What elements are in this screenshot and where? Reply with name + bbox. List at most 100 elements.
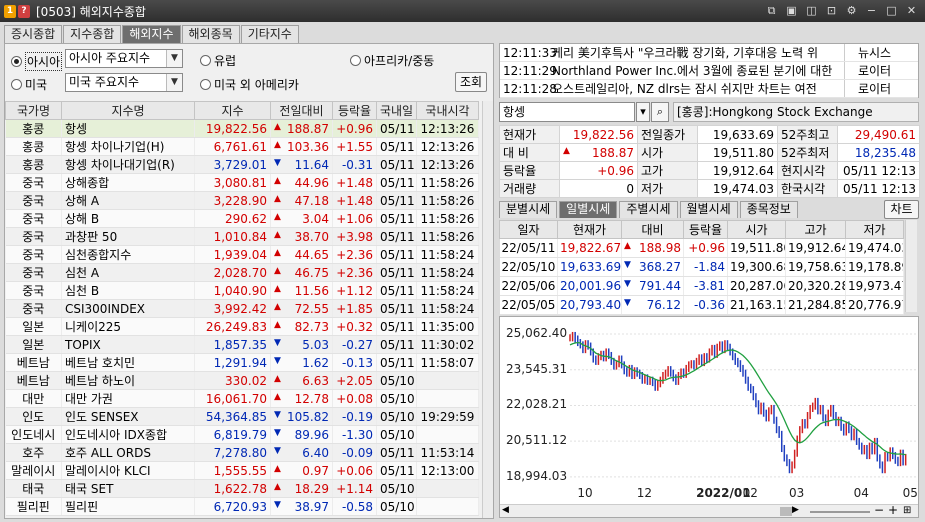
change-cell: ▲ 103.36 xyxy=(270,137,333,156)
table-row[interactable]: 중국 상해 A 3,228.90 ▲ 47.18 +1.48 05/11 11:58:26 xyxy=(5,191,479,210)
country-cell: 호주 xyxy=(5,443,62,462)
table-row[interactable]: 22/05/10 19,633.69 ▼ 368.27 -1.84 19,300.68 19… xyxy=(499,257,904,277)
rate-cell: +1.55 xyxy=(332,137,377,156)
tab-other-index[interactable]: 기타지수 xyxy=(240,25,299,43)
table-row[interactable]: 중국 CSI300INDEX 3,992.42 ▲ 72.55 +1.85 05/11 11:… xyxy=(5,299,479,318)
table-row[interactable]: 중국 심천 B 1,040.90 ▲ 11.56 +1.12 05/11 11:58:24 xyxy=(5,281,479,300)
table-row[interactable]: 대만 대만 가권 16,061.70 ▲ 12.78 +0.08 05/10 xyxy=(5,389,479,408)
scroll-right-icon[interactable]: ▶ xyxy=(792,505,799,515)
index-value-cell: 290.62 xyxy=(194,209,271,228)
col-high: 고가 xyxy=(785,220,846,239)
change-cell: ▲ 6.63 xyxy=(270,371,333,390)
table-scrollbar[interactable] xyxy=(482,101,493,518)
tab-monthly[interactable]: 월별시세 xyxy=(679,201,738,218)
low-price: 19,474.03 xyxy=(697,179,778,198)
close-icon[interactable]: ✕ xyxy=(904,3,919,18)
news-item[interactable]: 12:11:33 케리 美기후특사 "우크라戰 장기화, 기후대응 노력 위 뉴시스 xyxy=(500,44,918,62)
save-icon[interactable]: ◫ xyxy=(804,3,819,18)
table-row[interactable]: 중국 과창판 50 1,010.84 ▲ 38.70 +3.98 05/11 11:58:26 xyxy=(5,227,479,246)
help-badge[interactable]: ? xyxy=(18,4,30,18)
col-change[interactable]: 전일대비 xyxy=(270,101,333,120)
search-icon[interactable]: ⌕ xyxy=(651,102,669,122)
col-kr-time[interactable]: 국내시각 xyxy=(416,101,479,120)
table-row[interactable]: 말레이시 말레이시아 KLCI 1,555.55 ▲ 0.97 +0.06 05/11 12:… xyxy=(5,461,479,480)
screenshot-icon[interactable]: ▣ xyxy=(784,3,799,18)
chart-button[interactable]: 차트 xyxy=(884,200,919,219)
zoom-slider[interactable] xyxy=(810,511,870,513)
news-headline: 케리 美기후특사 "우크라戰 장기화, 기후대응 노력 위 xyxy=(552,46,818,60)
scroll-thumb[interactable] xyxy=(780,507,792,516)
asia-index-select[interactable]: 아시아 주요지수 ▼ xyxy=(65,49,183,68)
col-index-name[interactable]: 지수명 xyxy=(61,101,195,120)
country-cell: 필리핀 xyxy=(5,497,62,516)
kr-date-cell: 05/11 xyxy=(376,173,417,192)
low-cell: 19,178.89 xyxy=(845,257,904,277)
news-item[interactable]: 12:11:29 Northland Power Inc.에서 3월에 종료된 분… xyxy=(500,62,918,80)
table-row[interactable]: 인도 인도 SENSEX 54,364.85 ▼ 105.82 -0.19 05/10 19:… xyxy=(5,407,479,426)
table-row[interactable]: 호주 호주 ALL ORDS 7,278.80 ▼ 6.40 -0.09 05/11 11:5… xyxy=(5,443,479,462)
query-button[interactable]: 조회 xyxy=(455,72,487,92)
table-row[interactable]: 베트남 베트남 호치민 1,291.94 ▼ 1.62 -0.13 05/11 11:58:0… xyxy=(5,353,479,372)
change-cell: ▲ 38.70 xyxy=(270,227,333,246)
zoom-in-icon[interactable]: + xyxy=(888,503,898,517)
change-cell: ▼ 38.97 xyxy=(270,497,333,516)
table-row[interactable]: 22/05/05 20,793.40 ▼ 76.12 -0.36 21,163.15 21,… xyxy=(499,295,904,315)
table-row[interactable]: 베트남 베트남 하노이 330.02 ▲ 6.63 +2.05 05/10 xyxy=(5,371,479,390)
col-country[interactable]: 국가명 xyxy=(5,101,62,120)
table-row[interactable]: 중국 상해종합 3,080.81 ▲ 44.96 +1.48 05/11 11:58:26 xyxy=(5,173,479,192)
table-row[interactable]: 인도네시 인도네시아 IDX종합 6,819.79 ▼ 89.96 -1.30 05/10 xyxy=(5,425,479,444)
combo-chevron-icon[interactable]: ▾ xyxy=(636,102,650,122)
tab-stock-info[interactable]: 종목정보 xyxy=(739,201,798,218)
table-row[interactable]: 필리핀 필리핀 6,720.93 ▼ 38.97 -0.58 05/10 xyxy=(5,497,479,516)
radio-usa[interactable]: 미국 xyxy=(11,76,47,93)
tab-weekly[interactable]: 주별시세 xyxy=(619,201,678,218)
kr-date-cell: 05/11 xyxy=(376,317,417,336)
chart-settings-icon[interactable]: ⊞ xyxy=(903,505,911,516)
col-rate[interactable]: 등락율 xyxy=(332,101,377,120)
table-row[interactable]: 22/05/06 20,001.96 ▼ 791.44 -3.81 20,287.06 20… xyxy=(499,276,904,296)
scroll-left-icon[interactable]: ◀ xyxy=(502,505,509,515)
table-row[interactable]: 홍콩 항셍 차이나대기업(R) 3,729.01 ▼ 11.64 -0.31 05/11 12… xyxy=(5,155,479,174)
table-row[interactable]: 태국 태국 SET 1,622.78 ▲ 18.29 +1.14 05/10 xyxy=(5,479,479,498)
news-item[interactable]: 12:11:28 오스트레일리아, NZ dlrs는 잠시 쉬지만 차트는 여전 로… xyxy=(500,80,918,98)
tab-minute[interactable]: 분별시세 xyxy=(499,201,558,218)
table-row[interactable]: 홍콩 항셍 차이나기업(H) 6,761.61 ▲ 103.36 +1.55 05/11 12… xyxy=(5,137,479,156)
tab-daily[interactable]: 일별시세 xyxy=(559,201,618,218)
down-triangle-icon: ▼ xyxy=(274,355,281,366)
news-time: 12:11:33 xyxy=(503,46,557,60)
table-row[interactable]: 22/05/11 19,822.67 ▲ 188.98 +0.96 19,511.80 19… xyxy=(499,238,904,258)
kr-date-cell: 05/10 xyxy=(376,371,417,390)
radio-europe[interactable]: 유럽 xyxy=(200,52,236,69)
country-cell: 홍콩 xyxy=(5,119,62,138)
radio-asia[interactable]: 아시아 xyxy=(11,52,63,71)
chart-scrollbar[interactable]: ◀ ▶ − + ⊞ xyxy=(500,503,918,517)
table-row[interactable]: 중국 심천 A 2,028.70 ▲ 46.75 +2.36 05/11 11:58:24 xyxy=(5,263,479,282)
usa-index-select[interactable]: 미국 주요지수 ▼ xyxy=(65,73,183,92)
table-row[interactable]: 일본 TOPIX 1,857.35 ▼ 5.03 -0.27 05/11 11:30:02 xyxy=(5,335,479,354)
radio-other-america[interactable]: 미국 외 아메리카 xyxy=(200,76,299,93)
index-name-cell: 필리핀 xyxy=(61,497,195,516)
kr-time-cell: 12:13:00 xyxy=(416,461,479,480)
table-row[interactable]: 홍콩 항셍 19,822.56 ▲ 188.87 +0.96 05/11 12:13:26 xyxy=(5,119,479,138)
table-row[interactable]: 일본 니케이225 26,249.83 ▲ 82.73 +0.32 05/11 11:35:0… xyxy=(5,317,479,336)
radio-africa-mideast[interactable]: 아프리카/중동 xyxy=(350,52,434,69)
col-index-value[interactable]: 지수 xyxy=(194,101,271,120)
tab-foreign-index[interactable]: 해외지수 xyxy=(122,25,181,43)
daily-scrollbar[interactable] xyxy=(905,220,917,312)
tab-market-overview[interactable]: 증시종합 xyxy=(4,25,63,43)
maximize-icon[interactable]: □ xyxy=(884,3,899,18)
volume-value: 0 xyxy=(559,179,638,198)
gear-icon[interactable]: ⚙ xyxy=(844,3,859,18)
kr-date-cell: 05/11 xyxy=(376,353,417,372)
tab-index-overview[interactable]: 지수종합 xyxy=(63,25,122,43)
col-kr-date[interactable]: 국내일 xyxy=(376,101,417,120)
table-row[interactable]: 중국 심천종합지수 1,939.04 ▲ 44.65 +2.36 05/11 11:58:24 xyxy=(5,245,479,264)
index-name-cell: 태국 SET xyxy=(61,479,195,498)
index-search-combo[interactable]: 항셍 xyxy=(499,102,635,122)
minimize-icon[interactable]: − xyxy=(864,3,879,18)
tab-foreign-stock[interactable]: 해외종목 xyxy=(181,25,240,43)
zoom-out-icon[interactable]: − xyxy=(874,503,884,517)
link-icon[interactable]: ⧉ xyxy=(764,3,779,18)
lock-icon[interactable]: ⊡ xyxy=(824,3,839,18)
table-row[interactable]: 중국 상해 B 290.62 ▲ 3.04 +1.06 05/11 11:58:26 xyxy=(5,209,479,228)
